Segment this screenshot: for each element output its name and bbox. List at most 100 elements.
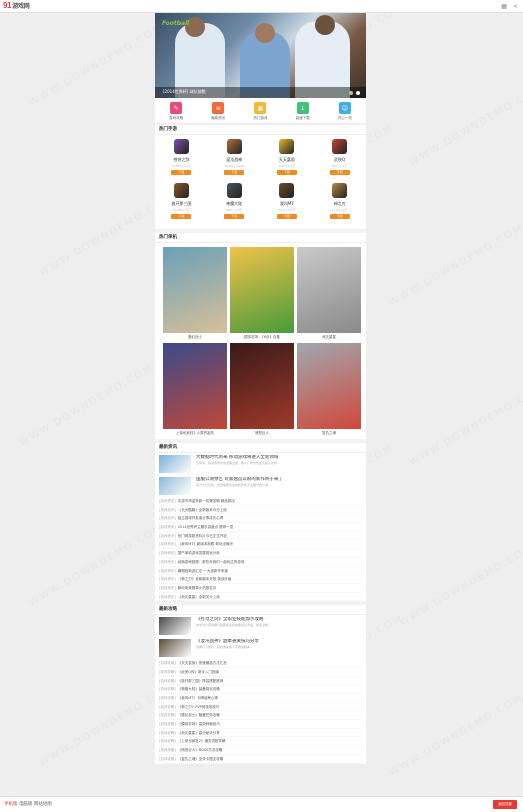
article-tag: [游戏攻略] — [159, 722, 176, 727]
edit-icon: ✎ — [170, 102, 183, 114]
game-card[interactable]: 消灭星星 — [297, 247, 361, 341]
site-logo[interactable]: 91游戏网 — [3, 1, 30, 10]
quicknav-item-download[interactable]: ↓ 高速下载 — [288, 102, 318, 123]
article-link[interactable]: [游戏攻略] 《放开那三国》阵容搭配推荐 — [159, 677, 362, 686]
article-link-text: 热门网游新资料片今日正式开放 — [177, 533, 227, 538]
article-link-text: 《天天富翁》快速赚钱方法汇总 — [177, 661, 227, 666]
app-name: 混沌战神 — [226, 157, 243, 162]
featured-article[interactable]: 《苍穹之剑》全职业技能加点攻略 本文为大家详细介绍各职业的技能加点方案，新手必看.… — [159, 615, 362, 637]
app-size: 76.8M | 4万 — [172, 208, 190, 212]
watermark-text: WWW.DOWNDEMO.COM — [388, 692, 523, 778]
app-name: 神魔大陆 — [226, 201, 243, 206]
news-icon: ≡ — [212, 102, 225, 114]
download-button[interactable]: 下载 — [224, 170, 245, 175]
download-button[interactable]: 下载 — [276, 170, 297, 175]
game-card[interactable]: 复仇之魂 — [297, 343, 361, 437]
game-card[interactable]: 魔幻战士 — [163, 247, 227, 341]
back-to-top-button[interactable]: 返回顶部 — [493, 800, 517, 809]
hero-banner[interactable]: Football [2014世界杯] 球队前瞻 — [155, 13, 366, 98]
article-link[interactable]: [游戏攻略] 《神之刃》PVP竞技场技巧 — [159, 703, 362, 712]
download-button[interactable]: 下载 — [224, 214, 245, 219]
app-card[interactable]: 神魔大陆 62M | 2.9万 下载 — [208, 183, 261, 227]
app-card[interactable]: 神之刃 111M | 2万 下载 — [313, 183, 366, 227]
footer-link-pc[interactable]: 电脑版 — [19, 802, 33, 807]
app-card[interactable]: 我叫MT 52M | 2.5万 下载 — [261, 183, 314, 227]
article-link[interactable]: [游戏资讯] 暑期档新游汇总 一大波新作来袭 — [159, 567, 362, 576]
footer-link-mobile[interactable]: 手机版 — [4, 802, 18, 807]
article-link[interactable]: [游戏资讯] 独立游戏开发者分享成长心得 — [159, 514, 362, 524]
quicknav-item-hot-games[interactable]: ▣ 热门游戏 — [245, 102, 275, 123]
article-link[interactable]: [游戏攻略] 《消灭星星》高分秘诀分享 — [159, 729, 362, 738]
featured-article[interactable]: 国服公测预告 玩家翘首以盼的新作终于来了 官方今日宣布，这款备受关注的新作将于近期… — [159, 475, 362, 497]
article-thumbnail — [159, 639, 191, 658]
main-column: Football [2014世界杯] 球队前瞻 ✎ 游戏攻略 ≡ 最新资讯 ▣ … — [155, 13, 366, 764]
article-link[interactable]: [游戏资讯] 《消灭星星》全新关卡上线 — [159, 593, 362, 602]
share-icon[interactable]: < — [513, 3, 518, 10]
article-link[interactable]: [游戏攻略] 《模拟农场》高效种植技巧 — [159, 720, 362, 729]
quicknav-item-fun[interactable]: ☺ 开心一刻 — [330, 102, 360, 123]
download-button[interactable]: 下载 — [276, 214, 297, 219]
article-link[interactable]: [游戏资讯] 手游市场迎来新一轮爆发期 精品频出 — [159, 497, 362, 506]
app-size: 62M | 2.9万 — [225, 208, 243, 212]
game-card[interactable]: 上帝也疯狂2 人类的祖先 — [163, 343, 227, 437]
article-link-text: 《复仇之魂》全关卡图文攻略 — [177, 756, 224, 761]
featured-article[interactable]: 《混沌战神》副本通关技巧分享 掌握以下技巧，轻松通关各个高难度副本... — [159, 637, 362, 659]
app-card[interactable]: 武侠Q 8M | 1.1万 下载 — [313, 139, 366, 183]
footer-links: 手机版 电脑版 网站地图 — [4, 801, 52, 807]
app-card[interactable]: 苍穹之剑 10.8M | 1.3万 下载 — [155, 139, 208, 183]
game-name: 上帝也疯狂2 人类的祖先 — [175, 431, 215, 435]
quicknav-label: 热门游戏 — [253, 116, 268, 120]
article-text: 国服公测预告 玩家翘首以盼的新作终于来了 官方今日宣布，这款备受关注的新作将于近期… — [196, 477, 356, 487]
download-button[interactable]: 下载 — [171, 214, 192, 219]
article-link[interactable]: [游戏攻略] 《复仇之魂》全关卡图文攻略 — [159, 755, 362, 764]
app-icon — [279, 139, 295, 154]
article-tag: [游戏资讯] — [159, 551, 176, 556]
article-link[interactable]: [游戏资讯] 国产单机游戏发展现状分析 — [159, 549, 362, 558]
download-button[interactable]: 下载 — [329, 170, 350, 175]
app-size: 8M | 1.1万 — [332, 164, 348, 168]
article-link[interactable]: [游戏攻略] 《魔幻战士》隐藏任务攻略 — [159, 711, 362, 721]
article-link[interactable]: [游戏资讯] 《我叫MT》新版本前瞻 新玩法曝光 — [159, 540, 362, 550]
game-card[interactable]: 模拟农场：16合1 合集 — [230, 247, 294, 341]
top-bar: 91游戏网 ▦ < — [0, 0, 523, 13]
game-card[interactable]: 愤怒巨人 — [230, 343, 294, 437]
download-button[interactable]: 下载 — [329, 214, 350, 219]
article-link[interactable]: [游戏资讯] 《神之刃》全新副本开放 挑战升级 — [159, 575, 362, 584]
article-thumbnail — [159, 617, 191, 636]
article-link[interactable]: [游戏攻略] 《武侠Q传》新手入门指南 — [159, 668, 362, 677]
article-link[interactable]: [游戏资讯] 经典游戏回顾：那些年我们一起玩过的游戏 — [159, 558, 362, 567]
article-link[interactable]: [游戏资讯] 《天天酷跑》全新版本今日上线 — [159, 506, 362, 515]
app-card[interactable]: 天天富翁 25M | 1.5万 下载 — [261, 139, 314, 183]
article-link[interactable]: [游戏攻略] 《天天富翁》快速赚钱方法汇总 — [159, 659, 362, 668]
banner-dot-active[interactable] — [356, 91, 360, 95]
article-summary: 本文为大家详细介绍各职业的技能加点方案，新手必看... — [196, 623, 271, 628]
article-link-text: 《消灭星星》高分秘诀分享 — [177, 730, 220, 735]
grid-icon[interactable]: ▦ — [501, 3, 507, 10]
quick-nav: ✎ 游戏攻略 ≡ 最新资讯 ▣ 热门游戏 ↓ 高速下载 ☺ 开心一刻 — [155, 98, 366, 125]
article-link[interactable]: [游戏攻略] 《愤怒巨人》BOSS打法攻略 — [159, 746, 362, 755]
article-link[interactable]: [游戏资讯] 2014世界杯主题手游盘点 推荐一览 — [159, 523, 362, 532]
app-icon — [173, 183, 189, 198]
article-tag: [游戏资讯] — [159, 507, 176, 512]
article-link[interactable]: [游戏攻略] 《我叫MT》卡牌培养心得 — [159, 694, 362, 703]
app-card[interactable]: 混沌战神 48.6M | 4568 下载 — [208, 139, 261, 183]
download-button[interactable]: 下载 — [171, 170, 192, 175]
quicknav-item-news[interactable]: ≡ 最新资讯 — [203, 102, 233, 123]
apps-grid: 苍穹之剑 10.8M | 1.3万 下载 混沌战神 48.6M | 4568 下载 天天富翁… — [155, 135, 366, 229]
player-head — [315, 15, 335, 35]
game-cover — [297, 247, 361, 333]
article-link[interactable]: [游戏攻略] 《上帝也疯狂2》通关流程详解 — [159, 737, 362, 747]
article-link-text: 国产单机游戏发展现状分析 — [177, 551, 220, 556]
footer-link-sitemap[interactable]: 网站地图 — [34, 802, 52, 807]
article-link[interactable]: [游戏攻略] 《神魔大陆》装备强化攻略 — [159, 685, 362, 694]
article-link[interactable]: [游戏资讯] 移动电竞赛事火热报名中 — [159, 584, 362, 593]
quicknav-label: 最新资讯 — [211, 116, 226, 120]
article-link[interactable]: [游戏资讯] 热门网游新资料片今日正式开放 — [159, 532, 362, 541]
article-tag: [游戏攻略] — [159, 713, 176, 718]
player-head — [255, 23, 275, 43]
article-tag: [游戏资讯] — [159, 559, 176, 564]
featured-article[interactable]: 大数据时代到来 移动游戏将进入全新领域 近年来，移动游戏市场发展迅速，各大厂商纷纷… — [159, 453, 362, 475]
quicknav-item-guides[interactable]: ✎ 游戏攻略 — [161, 102, 191, 123]
app-card[interactable]: 放开那三国 76.8M | 4万 下载 — [155, 183, 208, 227]
banner-dot[interactable] — [349, 91, 353, 95]
